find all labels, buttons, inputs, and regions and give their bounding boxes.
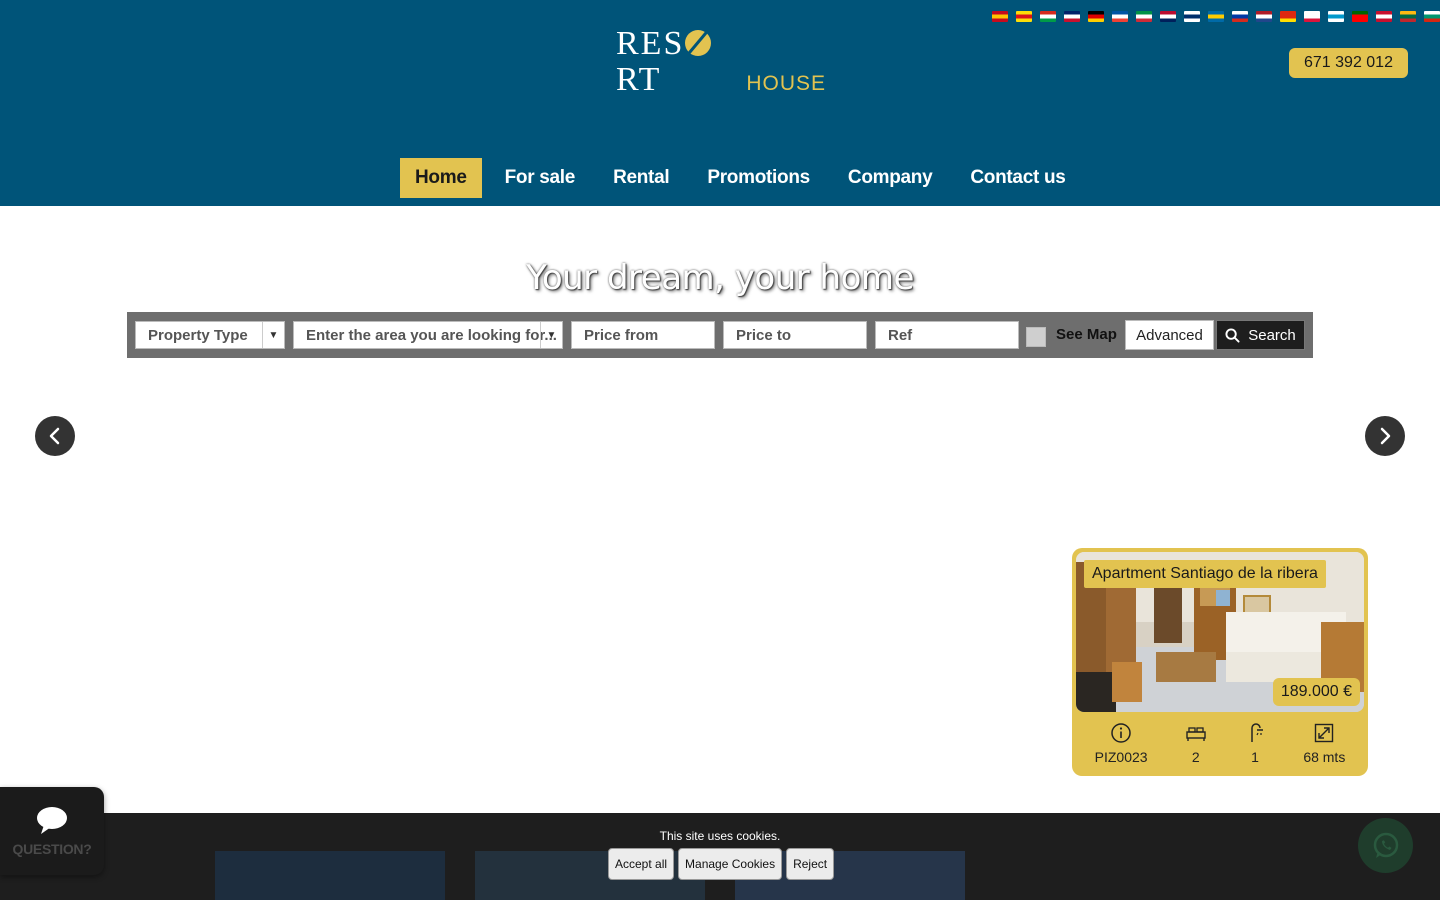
nav-for-sale[interactable]: For sale (490, 158, 590, 198)
ref-input[interactable]: Ref (875, 321, 1019, 349)
basque-flag[interactable] (1040, 11, 1056, 22)
logo-o-mark (685, 30, 712, 56)
property-size: 68 mts (1303, 722, 1345, 765)
chinese-flag[interactable] (1280, 11, 1296, 22)
property-size-value: 68 mts (1303, 749, 1346, 765)
search-button-label: Search (1248, 326, 1296, 344)
question-label: QUESTION? (12, 841, 92, 857)
swedish-flag[interactable] (1208, 11, 1224, 22)
bed-icon (1186, 727, 1206, 741)
main-nav: Home For sale Rental Promotions Company … (400, 158, 1089, 198)
price-from-input[interactable]: Price from (571, 321, 715, 349)
property-ref-value: PIZ0023 (1094, 749, 1148, 765)
area-select[interactable]: Enter the area you are looking for... ▼ (293, 321, 563, 349)
property-bedrooms: 2 (1185, 722, 1207, 765)
italian-flag[interactable] (1136, 11, 1152, 22)
cookie-buttons: Accept all Manage Cookies Reject (608, 848, 835, 880)
property-type-label: Property Type (148, 326, 248, 344)
russian-flag[interactable] (1232, 11, 1248, 22)
reject-cookies-button[interactable]: Reject (786, 848, 835, 880)
spanish-flag[interactable] (992, 11, 1008, 22)
property-card[interactable]: Apartment Santiago de la ribera 189.000 … (1072, 548, 1368, 776)
area-label: Enter the area you are looking for... (306, 326, 557, 344)
featured-thumbnail[interactable] (215, 851, 445, 900)
dropdown-arrow-icon: ▼ (262, 322, 284, 348)
accept-cookies-button[interactable]: Accept all (608, 848, 675, 880)
chevron-left-icon (49, 427, 60, 445)
norwegian-flag[interactable] (1160, 11, 1176, 22)
nav-rental[interactable]: Rental (598, 158, 684, 198)
chevron-right-icon (1380, 427, 1391, 445)
area-size-icon (1315, 723, 1334, 743)
dutch-flag[interactable] (1256, 11, 1272, 22)
nav-company[interactable]: Company (833, 158, 947, 198)
property-ref: PIZ0023 (1095, 722, 1148, 765)
see-map-label[interactable]: See Map (1056, 326, 1117, 343)
shower-icon (1251, 723, 1264, 742)
info-icon (1111, 723, 1131, 743)
advanced-button[interactable]: Advanced (1125, 320, 1214, 350)
search-bar: Property Type ▼ Enter the area you are l… (127, 312, 1313, 358)
search-icon (1225, 327, 1240, 343)
slider-prev-button[interactable] (35, 416, 75, 456)
property-bedrooms-value: 2 (1191, 749, 1200, 765)
cookie-notice-text: This site uses cookies. (659, 829, 781, 843)
english-flag[interactable] (1064, 11, 1080, 22)
property-type-select[interactable]: Property Type ▼ (135, 321, 285, 349)
finnish-flag[interactable] (1184, 11, 1200, 22)
property-bathrooms-value: 1 (1251, 749, 1259, 765)
property-bathrooms: 1 (1244, 722, 1266, 765)
nav-promotions[interactable]: Promotions (692, 158, 825, 198)
resort-house-logo[interactable]: RESRT HOUSE (616, 26, 826, 98)
galician-flag[interactable] (1328, 11, 1344, 22)
polish-flag[interactable] (1304, 11, 1320, 22)
whatsapp-button[interactable] (1358, 818, 1413, 873)
price-to-input[interactable]: Price to (723, 321, 867, 349)
language-flags (992, 11, 1440, 22)
see-map-checkbox[interactable] (1026, 327, 1046, 347)
phone-button[interactable]: 671 392 012 (1289, 48, 1408, 78)
french-flag[interactable] (1112, 11, 1128, 22)
search-button[interactable]: Search (1216, 320, 1305, 350)
lithuanian-flag[interactable] (1400, 11, 1416, 22)
german-flag[interactable] (1088, 11, 1104, 22)
dropdown-arrow-icon: ▼ (540, 322, 562, 348)
property-title[interactable]: Apartment Santiago de la ribera (1084, 560, 1326, 588)
logo-sub-text: HOUSE (746, 72, 826, 95)
property-price: 189.000 € (1272, 678, 1360, 706)
hero-title: Your dream, your home (526, 258, 914, 298)
catalan-flag[interactable] (1016, 11, 1032, 22)
nav-home[interactable]: Home (400, 158, 482, 198)
portuguese-flag[interactable] (1352, 11, 1368, 22)
nav-contact-us[interactable]: Contact us (955, 158, 1080, 198)
property-info: PIZ0023 2 1 68 mts (1072, 722, 1368, 765)
site-header: RESRT HOUSE 671 392 012 Home For sale Ren… (0, 0, 1440, 206)
property-photo[interactable]: Apartment Santiago de la ribera 189.000 … (1076, 552, 1364, 712)
slider-next-button[interactable] (1365, 416, 1405, 456)
bulgarian-flag[interactable] (1424, 11, 1440, 22)
manage-cookies-button[interactable]: Manage Cookies (678, 848, 783, 880)
logo-main-text: RESRT (616, 26, 744, 98)
danish-flag[interactable] (1376, 11, 1392, 22)
